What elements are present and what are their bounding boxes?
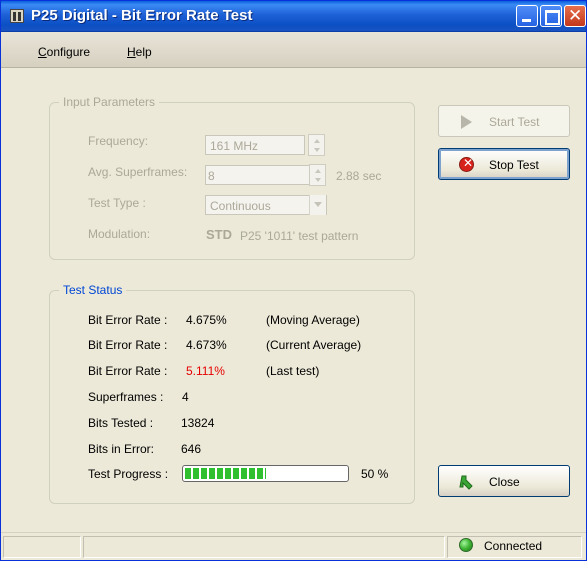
menu-configure[interactable]: Configure [38,45,90,59]
menu-bar: Configure Help [1,32,586,68]
title-bar[interactable]: P25 Digital - Bit Error Rate Test ✕ [1,1,586,32]
start-test-label: Start Test [489,115,540,129]
ber-current-note: (Current Average) [266,338,362,352]
test-progress-percent: 50 % [361,467,389,481]
modulation-description: P25 '1011' test pattern [240,229,359,243]
frequency-input[interactable]: 161 MHz [205,135,305,155]
ber-moving-note: (Moving Average) [266,313,360,327]
input-parameters-title: Input Parameters [59,95,160,109]
test-type-label: Test Type : [88,196,146,210]
close-icon: ✕ [568,6,583,26]
avg-superframes-input[interactable]: 8 [205,165,326,185]
ber-last-note: (Last test) [266,364,320,378]
window-title: P25 Digital - Bit Error Rate Test [31,7,253,24]
test-status-title: Test Status [59,283,127,297]
play-icon [461,115,472,129]
maximize-button[interactable] [540,5,562,27]
minimize-button[interactable] [516,5,538,27]
menu-configure-accel: C [38,45,47,59]
test-progress-label: Test Progress : [88,467,169,481]
chevron-down-icon[interactable] [309,195,326,215]
test-progress-bar [182,465,349,482]
ber-last-value: 5.111% [186,364,225,378]
bits-in-error-label: Bits in Error: [88,442,155,456]
bits-tested-value: 13824 [181,416,215,430]
exit-icon [459,475,473,490]
ber-moving-label: Bit Error Rate : [88,313,168,327]
start-test-button[interactable]: Start Test [438,105,570,137]
menu-configure-label: onfigure [46,45,91,59]
ber-current-value: 4.673% [186,338,227,352]
avg-superframes-spinner[interactable] [309,164,326,186]
modulation-std: STD [206,227,232,242]
close-button[interactable]: Close [438,465,570,497]
stop-test-button[interactable]: ✕ Stop Test [438,148,570,180]
main-window: P25 Digital - Bit Error Rate Test ✕ Conf… [0,0,587,561]
bits-tested-label: Bits Tested : [88,416,154,430]
superframes-value: 4 [182,390,189,404]
menu-help[interactable]: Help [127,45,152,59]
status-pane-1 [3,536,81,558]
stop-icon: ✕ [459,156,474,172]
progress-fill [185,468,266,479]
status-pane-2 [83,536,445,558]
superframes-label: Superframes : [88,390,164,404]
ber-last-label: Bit Error Rate : [88,364,168,378]
menu-help-label: elp [135,45,152,59]
test-type-value: Continuous [210,199,271,213]
frequency-spinner[interactable] [308,134,325,156]
close-window-button[interactable]: ✕ [564,5,586,27]
ber-moving-value: 4.675% [186,313,227,327]
bits-in-error-value: 646 [181,442,202,456]
frequency-label: Frequency: [88,134,149,148]
close-label: Close [489,475,520,489]
stop-test-label: Stop Test [489,158,539,172]
menu-help-accel: H [127,45,136,59]
superframes-duration: 2.88 sec [336,169,382,183]
ber-current-label: Bit Error Rate : [88,338,168,352]
modulation-label: Modulation: [88,227,151,241]
app-icon[interactable] [10,9,24,23]
connected-led-icon [459,538,473,552]
connection-status: Connected [484,539,543,553]
avg-superframes-label: Avg. Superframes: [88,165,188,179]
